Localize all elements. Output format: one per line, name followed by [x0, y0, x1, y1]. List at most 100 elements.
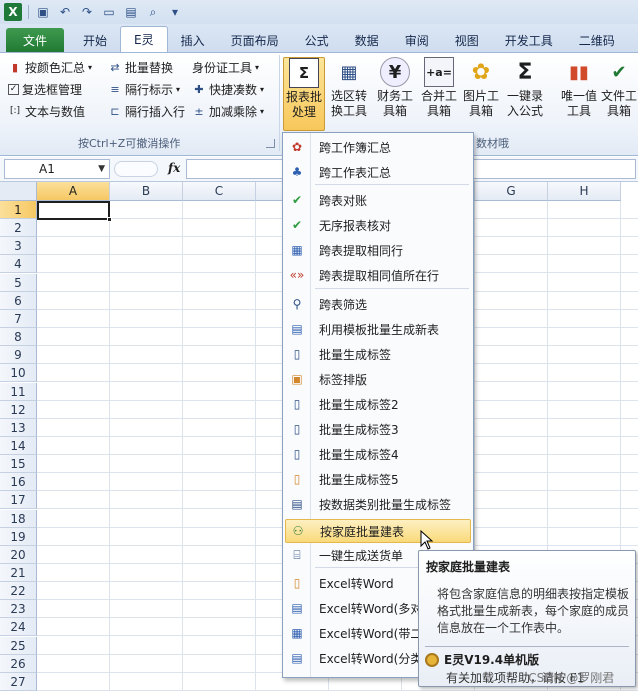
- tab-qrcode[interactable]: 二维码: [566, 28, 628, 52]
- range-convert-button[interactable]: ▦ 选区转 换工具: [328, 57, 370, 131]
- excel-app-icon[interactable]: X: [4, 3, 22, 21]
- menu-item-13[interactable]: ▯ 批量生成标签4: [285, 442, 471, 466]
- row-header-18[interactable]: 18: [0, 510, 37, 528]
- menu-item-6[interactable]: «» 跨表提取相同值所在行: [285, 263, 471, 287]
- row-header-5[interactable]: 5: [0, 274, 37, 292]
- row-header-11[interactable]: 11: [0, 383, 37, 401]
- menu-item-16[interactable]: ⚇ 按家庭批量建表: [285, 519, 471, 543]
- tab-view[interactable]: 视图: [442, 28, 492, 52]
- file-tool-button[interactable]: ✔ 文件工 具箱: [600, 57, 638, 131]
- selected-cell-a1[interactable]: [37, 201, 112, 222]
- row-header-7[interactable]: 7: [0, 310, 37, 328]
- menu-item-4[interactable]: ✔ 无序报表核对: [285, 213, 471, 237]
- row-header-23[interactable]: 23: [0, 600, 37, 618]
- tab-eling[interactable]: E灵: [120, 26, 168, 52]
- row-header-17[interactable]: 17: [0, 491, 37, 509]
- save-icon[interactable]: ▣: [35, 4, 51, 20]
- select-all-corner[interactable]: [0, 182, 37, 201]
- row-header-3[interactable]: 3: [0, 237, 37, 255]
- row-header-12[interactable]: 12: [0, 401, 37, 419]
- menu-item-2[interactable]: ♣ 跨工作表汇总: [285, 160, 471, 184]
- row-header-10[interactable]: 10: [0, 364, 37, 382]
- unique-tool-button[interactable]: ▮▮ 唯一值 工具: [558, 57, 600, 131]
- menu-item-3[interactable]: ✔ 跨表对账: [285, 188, 471, 212]
- text-number-button[interactable]: [:] 文本与数值: [8, 101, 85, 121]
- group-launcher-icon[interactable]: [266, 139, 275, 148]
- tab-page-layout[interactable]: 页面布局: [218, 28, 292, 52]
- tab-data[interactable]: 数据: [342, 28, 392, 52]
- row-header-21[interactable]: 21: [0, 564, 37, 582]
- add-sub-mul-div-button[interactable]: ± 加减乘除 ▾: [192, 101, 264, 121]
- row-header-20[interactable]: 20: [0, 546, 37, 564]
- row-header-14[interactable]: 14: [0, 437, 37, 455]
- row-header-15[interactable]: 15: [0, 455, 37, 473]
- menu-item-14[interactable]: ▯ 批量生成标签5: [285, 467, 471, 491]
- row-header-9[interactable]: 9: [0, 346, 37, 364]
- menu-item-15[interactable]: ▤ 按数据类别批量生成标签: [285, 492, 471, 516]
- row-header-24[interactable]: 24: [0, 618, 37, 636]
- menu-item-11[interactable]: ▯ 批量生成标签2: [285, 392, 471, 416]
- report-batch-button[interactable]: Σ 报表批 处理: [283, 57, 325, 131]
- row-header-19[interactable]: 19: [0, 528, 37, 546]
- new-file-icon[interactable]: ▭: [101, 4, 117, 20]
- id-tool-button[interactable]: 身份证工具 ▾: [192, 57, 259, 77]
- column-header-b[interactable]: B: [110, 182, 183, 201]
- row-header-4[interactable]: 4: [0, 255, 37, 273]
- menu-item-10[interactable]: ▣ 标签排版: [285, 367, 471, 391]
- row-header-22[interactable]: 22: [0, 582, 37, 600]
- row-header-8[interactable]: 8: [0, 328, 37, 346]
- color-sum-button[interactable]: ▮ 按颜色汇总 ▾: [8, 57, 92, 77]
- batch-replace-button[interactable]: ⇄ 批量替换: [108, 57, 173, 77]
- redo-icon[interactable]: ↷: [79, 4, 95, 20]
- finance-tool-button[interactable]: ¥ 财务工 具箱: [374, 57, 416, 131]
- column-header-g[interactable]: G: [475, 182, 548, 201]
- one-key-formula-line1: 一键录: [506, 89, 543, 103]
- alt-row-mark-button[interactable]: ≡ 隔行标示 ▾: [108, 79, 180, 99]
- row-header-27[interactable]: 27: [0, 673, 37, 691]
- name-box[interactable]: A1 ▼: [4, 159, 110, 179]
- print-preview-icon[interactable]: ⌕: [145, 4, 161, 20]
- row-header-26[interactable]: 26: [0, 655, 37, 673]
- open-folder-icon[interactable]: ▤: [123, 4, 139, 20]
- row-header-1[interactable]: 1: [0, 201, 37, 219]
- menu-item-label: 无序报表核对: [319, 218, 392, 233]
- row-header-16[interactable]: 16: [0, 473, 37, 491]
- menu-item-7[interactable]: ⚲ 跨表筛选: [285, 292, 471, 316]
- insert-function-icon[interactable]: fx: [168, 161, 180, 175]
- formula-bar-resize-handle[interactable]: [114, 161, 158, 177]
- tab-developer[interactable]: 开发工具: [492, 28, 566, 52]
- tab-file[interactable]: 文件: [6, 28, 65, 52]
- checkbox-manager-button[interactable]: ✓ 复选框管理: [8, 79, 82, 99]
- customize-qat-icon[interactable]: ▾: [167, 4, 183, 20]
- column-header-h[interactable]: H: [548, 182, 621, 201]
- abc-icon: «»: [289, 268, 305, 282]
- fill-handle[interactable]: [107, 217, 112, 222]
- image-tool-button[interactable]: ✿ 图片工 具箱: [460, 57, 502, 131]
- category-label-icon: ▤: [291, 497, 303, 511]
- row-header-2[interactable]: 2: [0, 219, 37, 237]
- menu-item-12[interactable]: ▯ 批量生成标签3: [285, 417, 471, 441]
- menu-item-1[interactable]: ✿ 跨工作簿汇总: [285, 135, 471, 159]
- one-key-formula-button[interactable]: Σ 一键录 入公式: [504, 57, 546, 131]
- word-icon: ▦: [291, 626, 303, 640]
- row-header-6[interactable]: 6: [0, 292, 37, 310]
- menu-item-9[interactable]: ▯ 批量生成标签: [285, 342, 471, 366]
- quick-count-button[interactable]: ✚ 快捷凑数 ▾: [192, 79, 264, 99]
- menu-item-5[interactable]: ▦ 跨表提取相同行: [285, 238, 471, 262]
- tab-formulas[interactable]: 公式: [292, 28, 342, 52]
- replace-icon: ⇄: [110, 60, 120, 74]
- row-header-25[interactable]: 25: [0, 637, 37, 655]
- tab-home[interactable]: 开始: [70, 28, 120, 52]
- alt-insert-row-button[interactable]: ⊏ 隔行插入行: [108, 101, 185, 121]
- column-header-a[interactable]: A: [37, 182, 110, 201]
- row-header-13[interactable]: 13: [0, 419, 37, 437]
- merge-tool-button[interactable]: +a= 合并工 具箱: [418, 57, 460, 131]
- column-header-c[interactable]: C: [183, 182, 256, 201]
- tab-review[interactable]: 审阅: [392, 28, 442, 52]
- chevron-down-icon[interactable]: ▼: [98, 164, 105, 174]
- menu-item-label: 跨表对账: [319, 193, 368, 208]
- insert-row-icon: ⊏: [110, 104, 120, 118]
- menu-item-8[interactable]: ▤ 利用模板批量生成新表: [285, 317, 471, 341]
- tab-insert[interactable]: 插入: [168, 28, 218, 52]
- undo-icon[interactable]: ↶: [57, 4, 73, 20]
